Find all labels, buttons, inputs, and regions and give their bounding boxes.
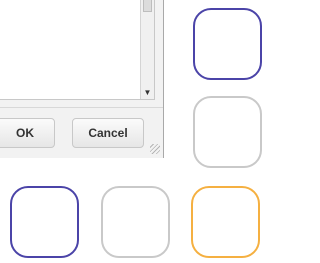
canvas: ▼ OK Cancel (0, 0, 272, 263)
tile-gray-middle[interactable] (193, 96, 262, 168)
dialog-footer: OK Cancel (0, 107, 163, 158)
dialog-content-area: ▼ (0, 0, 155, 100)
tile-orange-bottom[interactable] (191, 186, 260, 258)
cancel-button[interactable]: Cancel (72, 118, 144, 148)
tile-gray-bottom[interactable] (101, 186, 170, 258)
scrollbar-thumb[interactable] (143, 0, 152, 12)
ok-button[interactable]: OK (0, 118, 55, 148)
tile-blue-bottom[interactable] (10, 186, 79, 258)
tile-blue-top[interactable] (193, 8, 262, 80)
scroll-down-arrow-icon[interactable]: ▼ (141, 85, 154, 99)
resize-grip-icon[interactable] (150, 144, 160, 154)
vertical-scrollbar[interactable]: ▼ (140, 0, 154, 99)
dialog-window: ▼ OK Cancel (0, 0, 164, 158)
